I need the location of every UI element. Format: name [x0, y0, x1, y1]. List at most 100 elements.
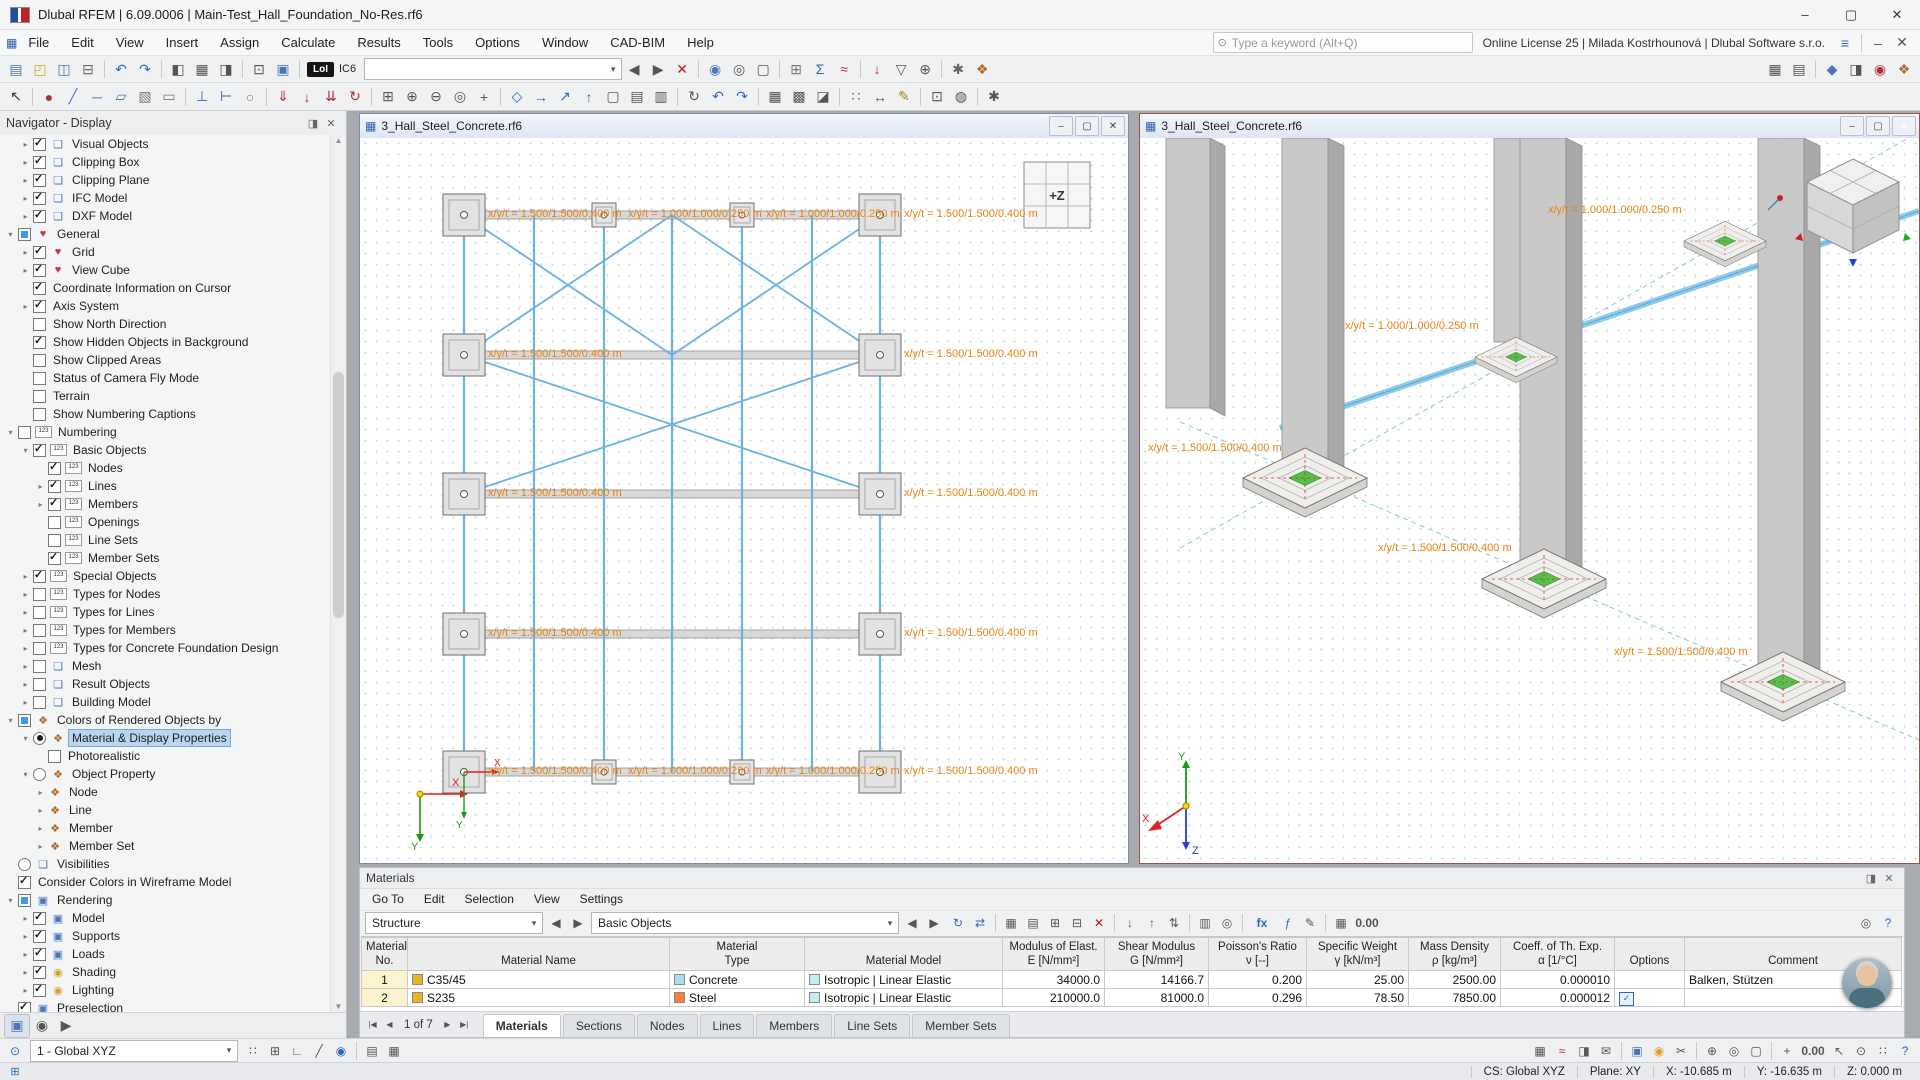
- toolbar-settings-icon[interactable]: ✱: [982, 86, 1006, 108]
- visibility-by-selection-icon[interactable]: ◉: [703, 58, 727, 80]
- visibility-selected-icon[interactable]: ◍: [949, 86, 973, 108]
- pointer-mode-icon[interactable]: ↖: [1828, 1041, 1850, 1061]
- checkbox[interactable]: [33, 136, 46, 151]
- nav-item-shading[interactable]: ▸ ◉ Shading: [0, 963, 331, 981]
- nav-item-show-clipped-areas[interactable]: Show Clipped Areas: [0, 351, 331, 369]
- view-in-x-icon[interactable]: →: [529, 86, 553, 108]
- checkbox[interactable]: [33, 389, 46, 403]
- full-view-status-icon[interactable]: ▢: [1745, 1041, 1767, 1061]
- checkbox[interactable]: [33, 262, 46, 277]
- pin-panel-icon[interactable]: ◨: [304, 114, 322, 132]
- collapse-icon[interactable]: ▾: [19, 734, 32, 743]
- cell-options[interactable]: [1614, 970, 1685, 989]
- app-close-icon[interactable]: ✕: [1874, 0, 1920, 30]
- view-in-y-icon[interactable]: ↗: [553, 86, 577, 108]
- undo-icon[interactable]: ↶: [109, 58, 133, 80]
- menu-edit[interactable]: Edit: [60, 35, 104, 50]
- checkbox[interactable]: [33, 659, 46, 673]
- checkbox[interactable]: [33, 695, 46, 709]
- units-icon[interactable]: 0.00: [1798, 1041, 1828, 1061]
- expand-icon[interactable]: ▸: [19, 608, 32, 617]
- nav-item-nodes[interactable]: 123 Nodes: [0, 459, 331, 477]
- menu-window[interactable]: Window: [531, 35, 599, 50]
- grid-settings-icon[interactable]: ∷: [1872, 1041, 1894, 1061]
- member-load-icon[interactable]: ⇊: [319, 86, 343, 108]
- display-settings-icon[interactable]: ✱: [946, 58, 970, 80]
- new-solid-icon[interactable]: ▧: [133, 86, 157, 108]
- status-help-icon[interactable]: ?: [1894, 1041, 1916, 1061]
- cell-1-c[interactable]: 0.000010: [1500, 970, 1615, 989]
- copy-row-icon[interactable]: ▤: [1022, 913, 1044, 933]
- expand-icon[interactable]: ▸: [34, 482, 47, 491]
- zoom-window-icon[interactable]: ⊞: [376, 86, 400, 108]
- side-panel-icon[interactable]: ◨: [214, 58, 238, 80]
- checkbox[interactable]: [33, 334, 46, 349]
- coordinate-system-combo[interactable]: 1 - Global XYZ ▾: [30, 1039, 238, 1062]
- column-header-item[interactable]: Poisson's Ratio ν [--]: [1208, 937, 1307, 971]
- collapse-icon[interactable]: ▾: [4, 428, 17, 437]
- expand-icon[interactable]: ▸: [19, 590, 32, 599]
- checkbox[interactable]: [33, 190, 46, 205]
- materials-menu-settings[interactable]: Settings: [570, 892, 633, 906]
- column-header-kg-m[interactable]: Mass Density ρ [kg/m³]: [1408, 937, 1501, 971]
- material-row[interactable]: 2 S235 Steel Isotropic | Linear Elastic 2100…: [361, 988, 1902, 1007]
- navigator-panel-icon[interactable]: ◧: [166, 58, 190, 80]
- viewport-3d-titlebar[interactable]: ▦ 3_Hall_Steel_Concrete.rf6 – ▢ ✕: [1140, 114, 1919, 139]
- window-maximize-icon[interactable]: ▢: [1866, 116, 1890, 136]
- expand-icon[interactable]: ▸: [19, 176, 32, 185]
- select-objects-icon[interactable]: ⊡: [247, 58, 271, 80]
- checkbox[interactable]: [18, 227, 31, 241]
- views-navigator-icon[interactable]: ◉: [30, 1015, 54, 1037]
- menu-insert[interactable]: Insert: [155, 35, 210, 50]
- pan-view-icon[interactable]: +: [472, 86, 496, 108]
- expand-icon[interactable]: ▸: [34, 788, 47, 797]
- generate-mesh-icon[interactable]: ⊞: [784, 58, 808, 80]
- plan-view-canvas[interactable]: +Z X Y X Y x/y/t = 1.500/1.500/0.400 m x…: [360, 138, 1128, 863]
- scrollbar-thumb[interactable]: [333, 372, 344, 618]
- nav-item-types-for-nodes[interactable]: ▸ 123 Types for Nodes: [0, 585, 331, 603]
- structure-combo[interactable]: Structure ▾: [365, 912, 543, 934]
- column-filter-icon[interactable]: ▥: [1194, 913, 1216, 933]
- insert-row-icon[interactable]: ⊞: [1044, 913, 1066, 933]
- next-record-icon[interactable]: ▶: [439, 1016, 456, 1034]
- new-opening-icon[interactable]: ▭: [157, 86, 181, 108]
- window-minimize-icon[interactable]: –: [1049, 116, 1073, 136]
- column-header-material-name[interactable]: Material Name: [407, 937, 670, 971]
- nav-item-show-hidden-objects-in-background[interactable]: Show Hidden Objects in Background: [0, 333, 331, 351]
- render-indicator-icon[interactable]: ▣: [1626, 1041, 1648, 1061]
- previous-visibility-icon[interactable]: ◀: [622, 58, 646, 80]
- checkbox[interactable]: [48, 478, 61, 493]
- expand-icon[interactable]: ▸: [34, 500, 47, 509]
- chevron-down-icon[interactable]: ▾: [526, 918, 542, 929]
- collapse-icon[interactable]: ▾: [4, 896, 17, 905]
- tables-view-icon[interactable]: ▦: [1763, 58, 1787, 80]
- exchange-data-icon[interactable]: ⇅: [1163, 913, 1185, 933]
- expand-icon[interactable]: ▸: [34, 842, 47, 851]
- next-visibility-icon[interactable]: ▶: [646, 58, 670, 80]
- collapse-icon[interactable]: ▾: [19, 446, 32, 455]
- cell-options[interactable]: ✓: [1614, 988, 1685, 1007]
- expand-icon[interactable]: ▸: [19, 662, 32, 671]
- user-defined-visibility-icon[interactable]: ◎: [727, 58, 751, 80]
- edit-cell-icon[interactable]: ✎: [1299, 913, 1321, 933]
- clipping-indicator-icon[interactable]: ✂: [1670, 1041, 1692, 1061]
- nav-item-lighting[interactable]: ▸ ◉ Lighting: [0, 981, 331, 999]
- collapse-icon[interactable]: ▾: [4, 716, 17, 725]
- color-scale-icon[interactable]: ❖: [1892, 58, 1916, 80]
- nav-item-object-property[interactable]: ▾ ❖ Object Property: [0, 765, 331, 783]
- radio-button[interactable]: [33, 731, 46, 745]
- nav-item-special-objects[interactable]: ▸ 123 Special Objects: [0, 567, 331, 585]
- pin-panel-icon[interactable]: ◨: [1862, 869, 1880, 887]
- checkbox[interactable]: [18, 713, 31, 727]
- materials-menu-go-to[interactable]: Go To: [362, 892, 414, 906]
- expand-icon[interactable]: ▸: [19, 248, 32, 257]
- cell-kn-m[interactable]: 78.50: [1306, 988, 1409, 1007]
- nav-item-member-set[interactable]: ▸ ❖ Member Set: [0, 837, 331, 855]
- window-close-icon[interactable]: ✕: [1101, 116, 1125, 136]
- nav-item-clipping-box[interactable]: ▸ ❏ Clipping Box: [0, 153, 331, 171]
- visual-objects-icon[interactable]: ▣: [271, 58, 295, 80]
- tables-panel-icon[interactable]: ▦: [190, 58, 214, 80]
- prev-record-icon[interactable]: ◀: [381, 1016, 398, 1034]
- nav-item-loads[interactable]: ▸ ▣ Loads: [0, 945, 331, 963]
- load-case-icon[interactable]: ⇓: [271, 86, 295, 108]
